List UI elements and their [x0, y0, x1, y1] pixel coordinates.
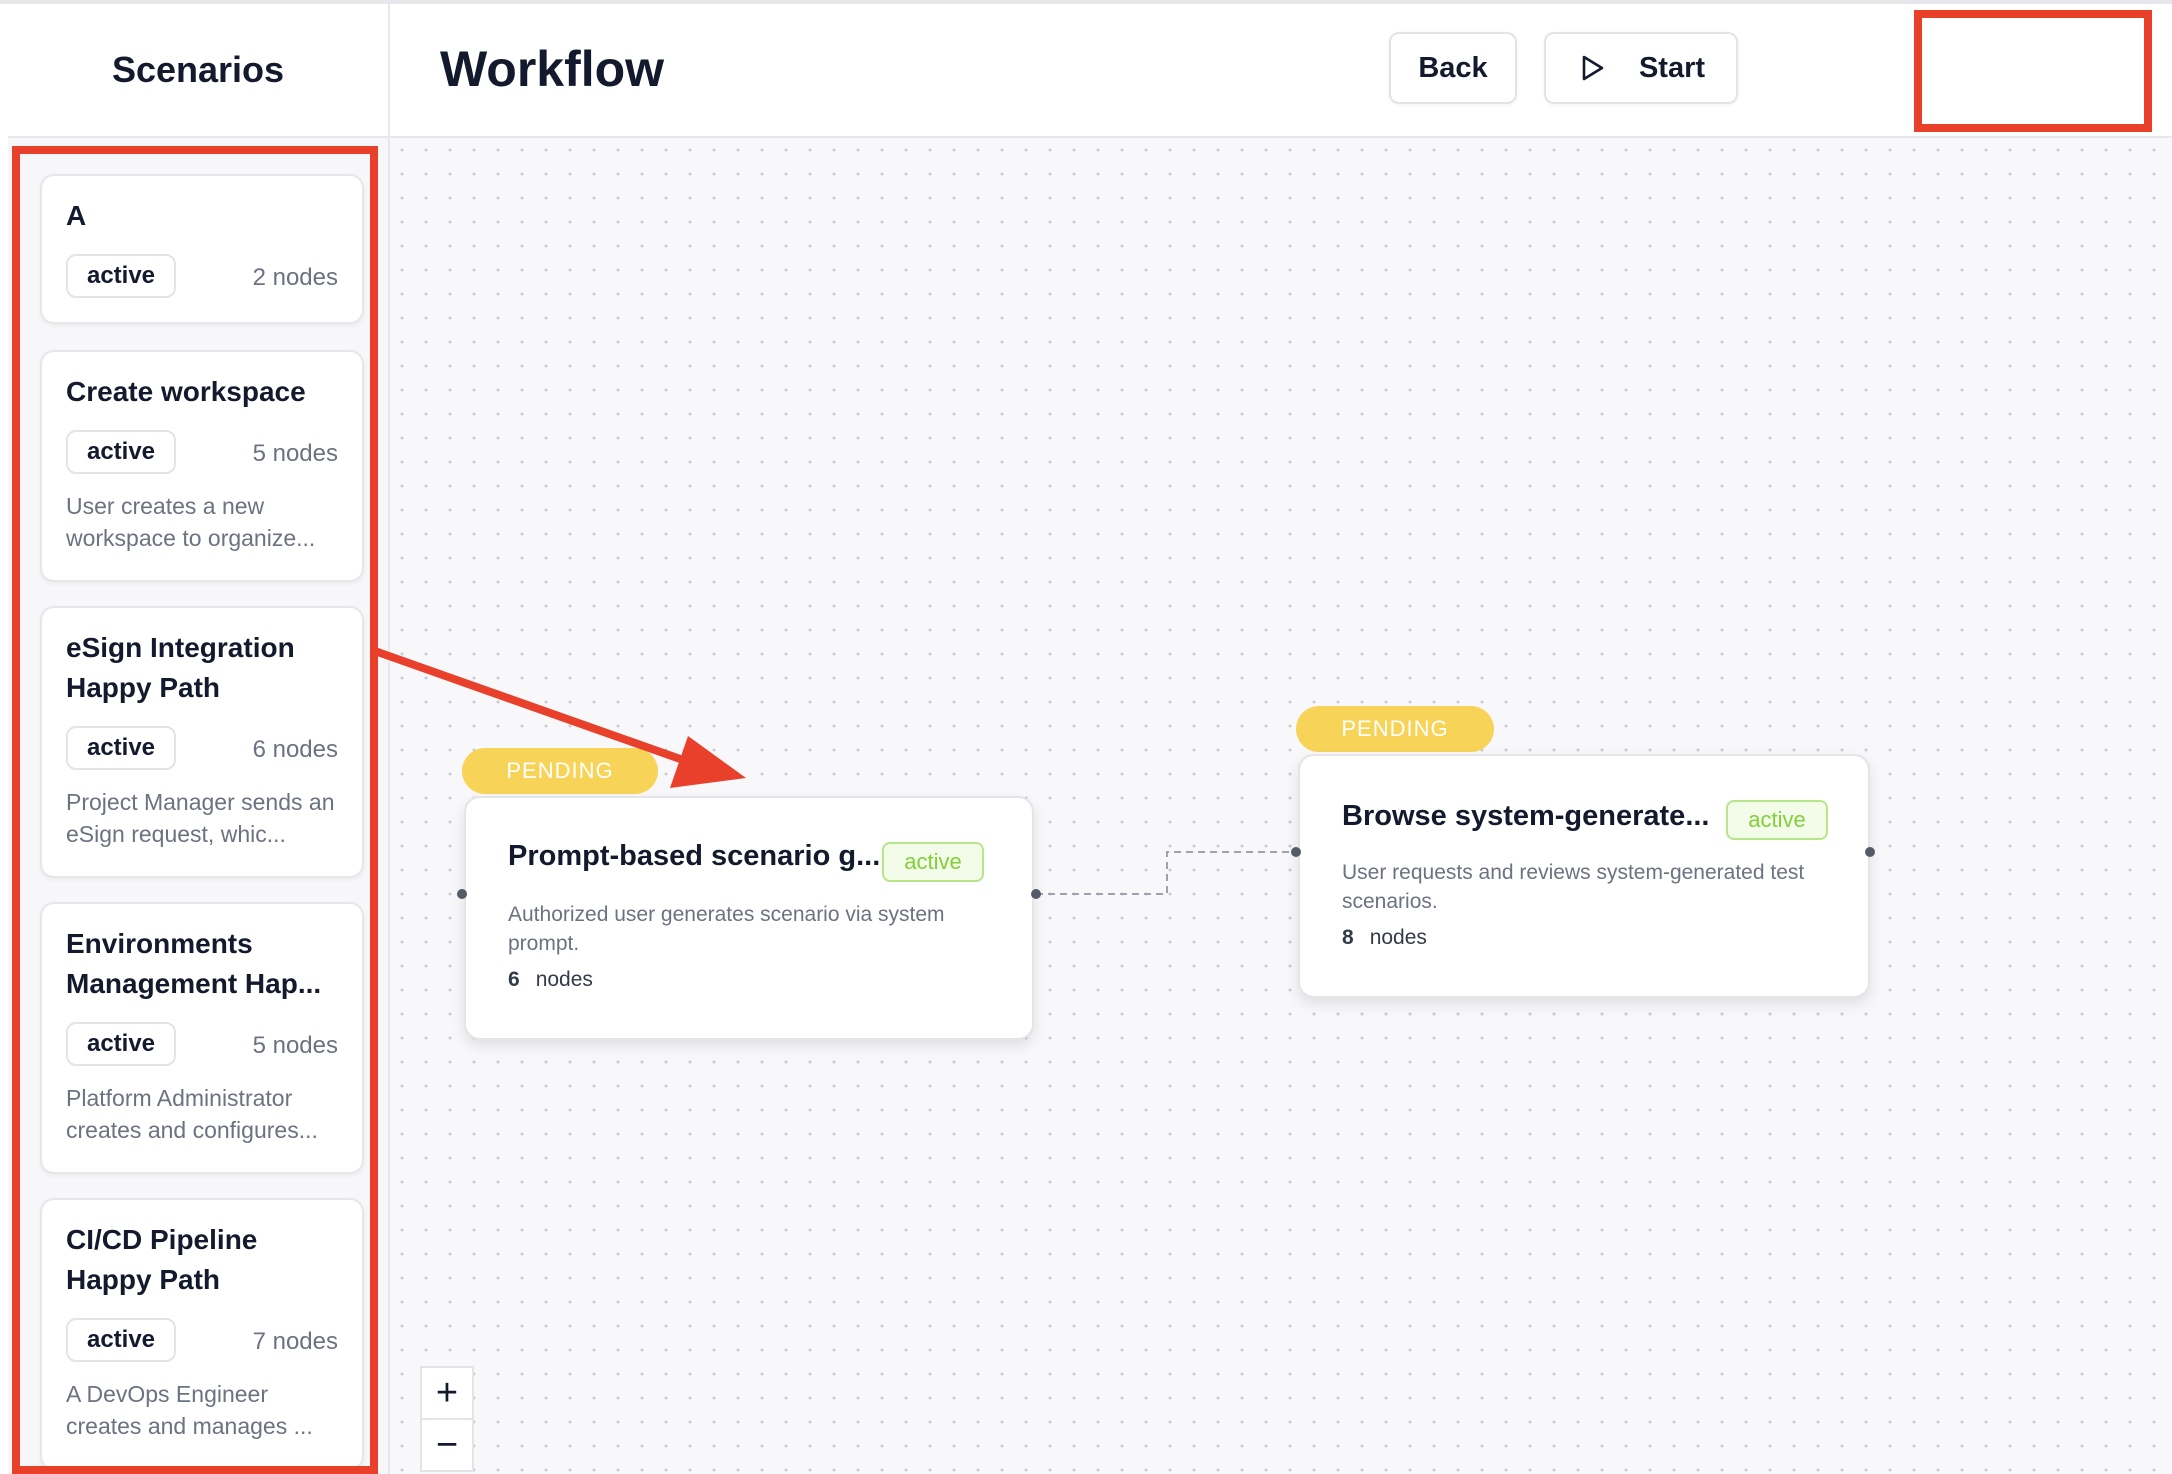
node-count: 7 nodes — [252, 1328, 338, 1355]
play-icon — [1582, 55, 1604, 81]
workflow-node[interactable]: Browse system-generate... active User re… — [1298, 754, 1870, 998]
node-count: 8 nodes — [1342, 926, 1427, 950]
minus-icon: − — [435, 1423, 459, 1466]
output-handle[interactable] — [1031, 889, 1041, 899]
node-status-badge: active — [882, 842, 984, 882]
node-count: 5 nodes — [252, 1032, 338, 1059]
scenario-title: CI/CD Pipeline Happy Path — [66, 1224, 258, 1295]
node-count: 2 nodes — [252, 264, 338, 291]
node-count: 6 nodes — [508, 968, 593, 992]
start-button-label: Start — [1638, 51, 1706, 84]
status-badge: active — [66, 1318, 176, 1362]
back-button[interactable]: Back — [1389, 32, 1517, 104]
start-button[interactable]: Start — [1544, 32, 1738, 104]
scenario-description: A DevOps Engineer creates and manages ..… — [66, 1381, 313, 1439]
node-title: Prompt-based scenario g... — [508, 840, 881, 872]
workflow-canvas[interactable]: PENDING Prompt-based scenario g... activ… — [390, 138, 2172, 1474]
status-badge: active — [66, 254, 176, 298]
status-badge: active — [66, 726, 176, 770]
scenario-description: User creates a new workspace to organize… — [66, 493, 316, 551]
status-badge: active — [66, 430, 176, 474]
scenario-description: Platform Administrator creates and confi… — [66, 1085, 318, 1143]
scenario-title: eSign Integration Happy Path — [66, 632, 295, 703]
input-handle[interactable] — [1291, 847, 1301, 857]
scenario-title: A — [66, 200, 87, 231]
pending-badge: PENDING — [462, 748, 658, 794]
node-count-value: 6 — [508, 968, 520, 991]
node-description: User requests and reviews system-generat… — [1342, 861, 1805, 913]
back-button-label: Back — [1418, 51, 1488, 84]
page-title: Workflow — [440, 41, 665, 97]
node-description: Authorized user generates scenario via s… — [508, 903, 945, 955]
main-header: Workflow — [390, 4, 2172, 138]
scenario-list: A active 2 nodes Create workspace active… — [8, 138, 390, 1474]
workflow-node[interactable]: Prompt-based scenario g... active Author… — [464, 796, 1034, 1040]
node-count-label: nodes — [1369, 926, 1427, 949]
scenario-title: Environments Management Hap... — [66, 928, 322, 999]
zoom-out-button[interactable]: − — [420, 1418, 474, 1472]
sidebar-header: Scenarios — [8, 4, 390, 138]
node-count: 5 nodes — [252, 440, 338, 467]
scenario-card[interactable]: Create workspace active 5 nodes User cre… — [40, 350, 364, 582]
input-handle[interactable] — [457, 889, 467, 899]
sidebar-title: Scenarios — [111, 49, 285, 90]
output-handle[interactable] — [1865, 847, 1875, 857]
scenario-card[interactable]: CI/CD Pipeline Happy Path active 7 nodes… — [40, 1198, 364, 1470]
status-badge: active — [66, 1022, 176, 1066]
scenario-card[interactable]: eSign Integration Happy Path active 6 no… — [40, 606, 364, 878]
node-count-value: 8 — [1342, 926, 1354, 949]
scenario-description: Project Manager sends an eSign request, … — [66, 789, 335, 847]
scenario-title: Create workspace — [66, 376, 306, 407]
pending-badge: PENDING — [1296, 706, 1494, 752]
node-count-label: nodes — [535, 968, 593, 991]
node-count: 6 nodes — [252, 736, 338, 763]
scenario-card[interactable]: A active 2 nodes — [40, 174, 364, 324]
node-status-badge: active — [1726, 800, 1828, 840]
node-title: Browse system-generate... — [1342, 800, 1710, 832]
plus-icon: + — [435, 1371, 459, 1414]
zoom-in-button[interactable]: + — [420, 1366, 474, 1420]
scenario-card[interactable]: Environments Management Hap... active 5 … — [40, 902, 364, 1174]
